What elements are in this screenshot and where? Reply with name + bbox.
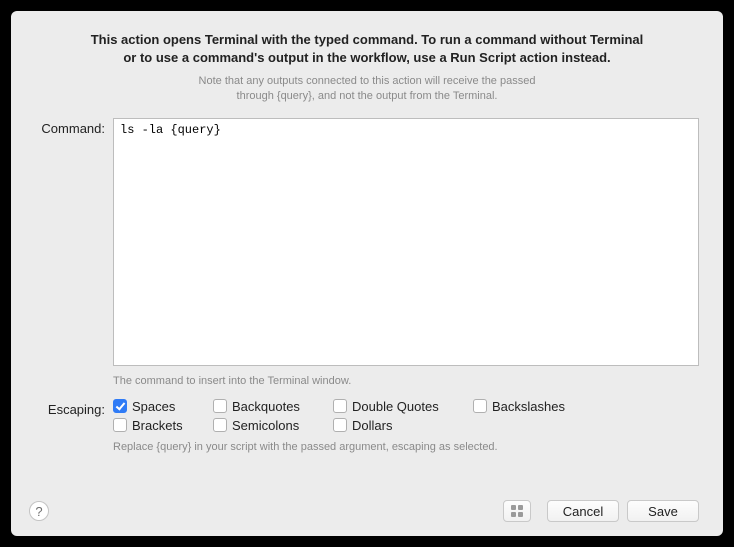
escaping-label-spaces: Spaces <box>132 399 175 414</box>
escaping-label-brackets: Brackets <box>132 418 183 433</box>
variables-button[interactable] <box>503 500 531 522</box>
command-input[interactable] <box>113 118 699 366</box>
header-note-1: Note that any outputs connected to this … <box>199 75 536 87</box>
escaping-hint: Replace {query} in your script with the … <box>113 441 699 453</box>
escaping-checkbox-double_quotes[interactable] <box>333 399 347 413</box>
escaping-option-backquotes[interactable]: Backquotes <box>213 399 333 414</box>
command-row: Command: The command to insert into the … <box>35 118 699 387</box>
escaping-option-brackets[interactable]: Brackets <box>113 418 213 433</box>
escaping-label-double_quotes: Double Quotes <box>352 399 439 414</box>
help-button[interactable]: ? <box>29 501 49 521</box>
escaping-option-semicolons[interactable]: Semicolons <box>213 418 333 433</box>
header-note-2: through {query}, and not the output from… <box>237 90 498 102</box>
escaping-checkbox-brackets[interactable] <box>113 418 127 432</box>
command-label: Command: <box>35 118 113 387</box>
escaping-options: Spaces Backquotes Double Quotes Backslashes… <box>113 399 699 433</box>
escaping-label-backquotes: Backquotes <box>232 399 300 414</box>
escaping-label-semicolons: Semicolons <box>232 418 299 433</box>
escaping-checkbox-spaces[interactable] <box>113 399 127 413</box>
header-line-2: or to use a command's output in the work… <box>123 50 610 65</box>
escaping-option-double_quotes[interactable]: Double Quotes <box>333 399 473 414</box>
escaping-label: Escaping: <box>35 399 113 453</box>
header-note: Note that any outputs connected to this … <box>35 74 699 104</box>
escaping-checkbox-backslashes[interactable] <box>473 399 487 413</box>
escaping-option-backslashes[interactable]: Backslashes <box>473 399 593 414</box>
escaping-checkbox-dollars[interactable] <box>333 418 347 432</box>
escaping-checkbox-backquotes[interactable] <box>213 399 227 413</box>
header-line-1: This action opens Terminal with the type… <box>91 32 644 47</box>
header-text: This action opens Terminal with the type… <box>35 31 699 66</box>
command-hint: The command to insert into the Terminal … <box>113 375 699 387</box>
escaping-checkbox-semicolons[interactable] <box>213 418 227 432</box>
escaping-row: Escaping: Spaces Backquotes Double Quotes B… <box>35 399 699 453</box>
grid-icon <box>511 505 523 517</box>
cancel-button[interactable]: Cancel <box>547 500 619 522</box>
escaping-option-spaces[interactable]: Spaces <box>113 399 213 414</box>
help-icon: ? <box>35 504 42 519</box>
escaping-label-dollars: Dollars <box>352 418 392 433</box>
escaping-label-backslashes: Backslashes <box>492 399 565 414</box>
footer: ? Cancel Save <box>29 500 699 522</box>
dialog-window: This action opens Terminal with the type… <box>11 11 723 536</box>
save-button[interactable]: Save <box>627 500 699 522</box>
escaping-option-dollars[interactable]: Dollars <box>333 418 473 433</box>
